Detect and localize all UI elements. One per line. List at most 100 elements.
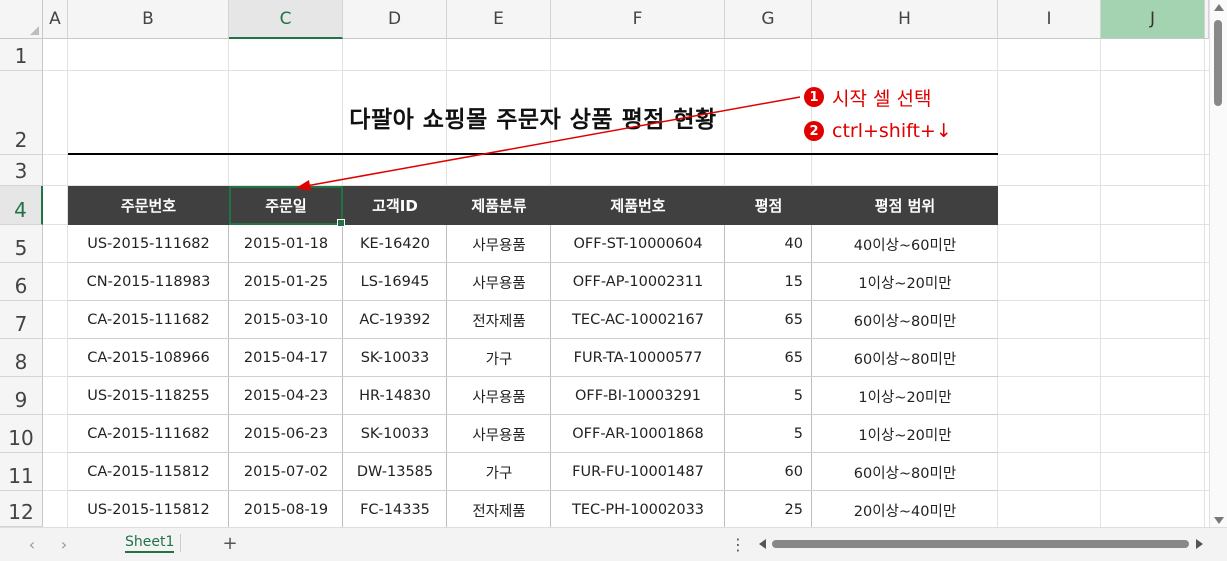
cell-rating[interactable]: 40 — [725, 225, 812, 263]
column-header-j[interactable]: J — [1101, 0, 1205, 39]
cell-product-number[interactable]: TEC-AC-10002167 — [551, 301, 725, 339]
cell-rating-range[interactable]: 1이상~20미만 — [812, 415, 998, 453]
scroll-left-icon[interactable] — [759, 539, 766, 549]
row-header-3[interactable]: 3 — [0, 155, 43, 186]
cell-product-number[interactable]: OFF-AP-10002311 — [551, 263, 725, 301]
table-header-order-number[interactable]: 주문번호 — [68, 186, 229, 225]
scroll-right-icon[interactable] — [1196, 539, 1203, 549]
column-header-i[interactable]: I — [998, 0, 1101, 39]
cell-order-number[interactable]: CA-2015-108966 — [68, 339, 229, 377]
table-header-product-category[interactable]: 제품분류 — [447, 186, 551, 225]
active-cell-selection[interactable] — [229, 186, 345, 227]
cell-rating-range[interactable]: 1이상~20미만 — [812, 377, 998, 415]
cell-order-date[interactable]: 2015-01-18 — [229, 225, 343, 263]
scroll-down-icon[interactable] — [1214, 517, 1224, 524]
cell-order-number[interactable]: US-2015-115812 — [68, 491, 229, 527]
cell-order-date[interactable]: 2015-04-23 — [229, 377, 343, 415]
cell-order-number[interactable]: CA-2015-115812 — [68, 453, 229, 491]
row-header-2[interactable]: 2 — [0, 71, 43, 155]
cell-order-date[interactable]: 2015-01-25 — [229, 263, 343, 301]
cell-customer-id[interactable]: FC-14335 — [343, 491, 447, 527]
row-header-8[interactable]: 8 — [0, 339, 43, 377]
column-header-e[interactable]: E — [447, 0, 551, 39]
cell-rating-range[interactable]: 60이상~80미만 — [812, 301, 998, 339]
column-header-a[interactable]: A — [43, 0, 68, 39]
cell-product-category[interactable]: 사무용품 — [447, 225, 551, 263]
cell-customer-id[interactable]: SK-10033 — [343, 339, 447, 377]
cell-product-category[interactable]: 사무용품 — [447, 263, 551, 301]
cell-order-date[interactable]: 2015-04-17 — [229, 339, 343, 377]
cell-rating-range[interactable]: 20이상~40미만 — [812, 491, 998, 527]
row-header-5[interactable]: 5 — [0, 225, 43, 263]
cell-order-date[interactable]: 2015-07-02 — [229, 453, 343, 491]
table-header-rating-range[interactable]: 평점 범위 — [812, 186, 998, 225]
cell-product-number[interactable]: OFF-BI-10003291 — [551, 377, 725, 415]
cell-rating[interactable]: 5 — [725, 415, 812, 453]
cell-order-number[interactable]: US-2015-118255 — [68, 377, 229, 415]
step-1-text: 시작 셀 선택 — [832, 87, 932, 110]
cell-product-number[interactable]: OFF-AR-10001868 — [551, 415, 725, 453]
cell-product-category[interactable]: 사무용품 — [447, 377, 551, 415]
cell-customer-id[interactable]: DW-13585 — [343, 453, 447, 491]
cell-order-date[interactable]: 2015-06-23 — [229, 415, 343, 453]
row-header-11[interactable]: 11 — [0, 453, 43, 491]
cell-customer-id[interactable]: KE-16420 — [343, 225, 447, 263]
cell-customer-id[interactable]: HR-14830 — [343, 377, 447, 415]
cell-rating[interactable]: 25 — [725, 491, 812, 527]
cell-product-number[interactable]: OFF-ST-10000604 — [551, 225, 725, 263]
cell-rating[interactable]: 60 — [725, 453, 812, 491]
column-header-f[interactable]: F — [551, 0, 725, 39]
sheet-tab-sheet1[interactable]: Sheet1 — [117, 530, 182, 556]
cell-product-number[interactable]: FUR-FU-10001487 — [551, 453, 725, 491]
cell-rating[interactable]: 5 — [725, 377, 812, 415]
column-header-c[interactable]: C — [229, 0, 343, 39]
scroll-up-icon[interactable] — [1214, 4, 1224, 11]
cell-customer-id[interactable]: LS-16945 — [343, 263, 447, 301]
cell-product-number[interactable]: TEC-PH-10002033 — [551, 491, 725, 527]
cell-rating-range[interactable]: 1이상~20미만 — [812, 263, 998, 301]
cell-customer-id[interactable]: SK-10033 — [343, 415, 447, 453]
chevron-left-icon[interactable]: ‹ — [22, 534, 42, 554]
cell-product-number[interactable]: FUR-TA-10000577 — [551, 339, 725, 377]
column-header-h[interactable]: H — [812, 0, 998, 39]
row-header-7[interactable]: 7 — [0, 301, 43, 339]
row-header-1[interactable]: 1 — [0, 39, 43, 71]
plus-icon[interactable]: + — [220, 532, 240, 554]
cell-order-number[interactable]: CA-2015-111682 — [68, 415, 229, 453]
select-all-corner[interactable] — [0, 0, 43, 39]
cell-product-category[interactable]: 가구 — [447, 339, 551, 377]
column-header-g[interactable]: G — [725, 0, 812, 39]
column-header-d[interactable]: D — [343, 0, 447, 39]
cell-product-category[interactable]: 전자제품 — [447, 491, 551, 527]
cell-order-date[interactable]: 2015-08-19 — [229, 491, 343, 527]
row-header-6[interactable]: 6 — [0, 263, 43, 301]
cell-rating-range[interactable]: 40이상~60미만 — [812, 225, 998, 263]
table-header-rating[interactable]: 평점 — [725, 186, 812, 225]
cell-rating[interactable]: 15 — [725, 263, 812, 301]
cell-order-number[interactable]: CN-2015-118983 — [68, 263, 229, 301]
vertical-scroll-thumb[interactable] — [1214, 20, 1222, 106]
cell-order-date[interactable]: 2015-03-10 — [229, 301, 343, 339]
row-header-9[interactable]: 9 — [0, 377, 43, 415]
cell-customer-id[interactable]: AC-19392 — [343, 301, 447, 339]
column-header-b[interactable]: B — [68, 0, 229, 39]
cell-product-category[interactable]: 전자제품 — [447, 301, 551, 339]
spreadsheet-grid[interactable]: A B C D E F G H I J 1 2 3 4 5 6 7 8 9 10… — [0, 0, 1227, 527]
vertical-scrollbar[interactable] — [1209, 0, 1227, 527]
cell-rating[interactable]: 65 — [725, 339, 812, 377]
cell-product-category[interactable]: 사무용품 — [447, 415, 551, 453]
cell-rating[interactable]: 65 — [725, 301, 812, 339]
cell-order-number[interactable]: CA-2015-111682 — [68, 301, 229, 339]
cell-rating-range[interactable]: 60이상~80미만 — [812, 453, 998, 491]
vertical-ellipsis-icon[interactable]: ⋮ — [730, 534, 746, 554]
row-header-10[interactable]: 10 — [0, 415, 43, 453]
cell-product-category[interactable]: 가구 — [447, 453, 551, 491]
cell-order-number[interactable]: US-2015-111682 — [68, 225, 229, 263]
row-header-4[interactable]: 4 — [0, 186, 43, 225]
table-header-product-number[interactable]: 제품번호 — [551, 186, 725, 225]
horizontal-scroll-thumb[interactable] — [772, 540, 1189, 548]
chevron-right-icon[interactable]: › — [54, 534, 74, 554]
cell-rating-range[interactable]: 60이상~80미만 — [812, 339, 998, 377]
row-header-12[interactable]: 12 — [0, 491, 43, 527]
table-header-customer-id[interactable]: 고객ID — [343, 186, 447, 225]
